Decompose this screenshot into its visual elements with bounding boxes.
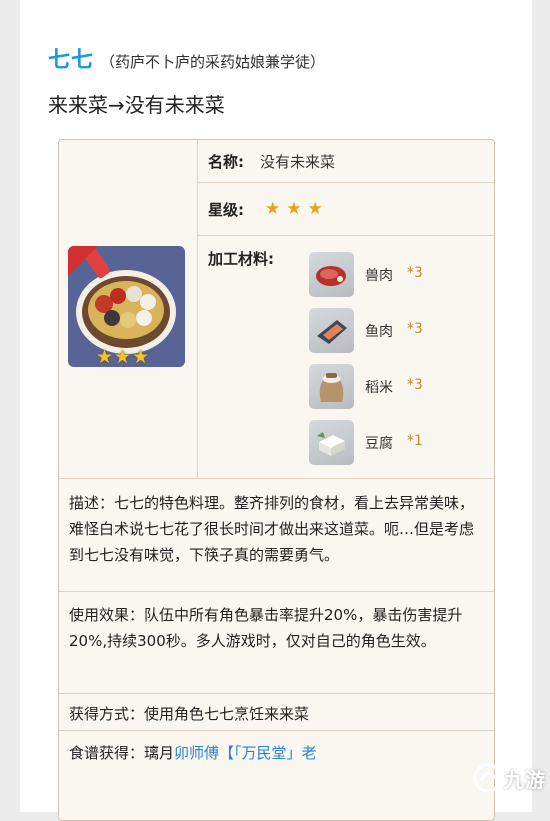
material-qty: *3 — [407, 377, 423, 393]
dish-transform-line: 来来菜→没有未来菜 — [48, 93, 225, 117]
material-name: 豆腐 — [365, 436, 393, 452]
dish-info-card: ★★★ 名称: 没有未来菜 星级: ★★★ 加工材料: 兽肉 *3 鱼肉 *3 … — [58, 139, 495, 821]
material-qty: *3 — [407, 321, 423, 337]
material-item: 鱼肉 *3 — [309, 308, 449, 354]
material-name: 鱼肉 — [365, 324, 393, 340]
obtain-section: 获得方式：使用角色七七烹饪来来菜 — [59, 693, 494, 730]
effect-text: 使用效果：队伍中所有角色暴击率提升20%，暴击伤害提升20%,持续300秒。多人… — [69, 606, 463, 650]
material-qty: *1 — [407, 433, 423, 449]
tofu-icon — [309, 420, 354, 465]
fish-icon — [309, 308, 354, 353]
name-label: 名称: — [208, 153, 244, 171]
material-name: 稻米 — [365, 380, 393, 396]
rarity-stars: ★★★ — [265, 199, 329, 219]
materials-label: 加工材料: — [208, 250, 274, 268]
materials-row: 加工材料: 兽肉 *3 鱼肉 *3 稻米 *3 豆腐 *1 — [197, 236, 494, 478]
nine-game-logo-icon — [473, 763, 503, 793]
site-watermark: 九游 — [472, 758, 550, 798]
article-page: 七七 （药庐不卜庐的采药姑娘兼学徒） 来来菜→没有未来菜 ★★★ 名称: 没有未… — [20, 0, 545, 821]
material-item: 豆腐 *1 — [309, 420, 449, 466]
material-qty: *3 — [407, 265, 423, 281]
obtain-text: 获得方式：使用角色七七烹饪来来菜 — [69, 705, 310, 723]
effect-section: 使用效果：队伍中所有角色暴击率提升20%，暴击伤害提升20%,持续300秒。多人… — [59, 591, 494, 693]
material-name: 兽肉 — [365, 268, 393, 284]
character-description: （药庐不卜庐的采药姑娘兼学徒） — [100, 53, 326, 71]
dish-name-value: 没有未来菜 — [260, 153, 336, 171]
dish-image-cell: ★★★ — [59, 140, 198, 478]
character-name: 七七 — [48, 48, 95, 73]
name-row: 名称: 没有未来菜 — [197, 140, 494, 183]
dish-image: ★★★ — [68, 246, 185, 367]
material-item: 兽肉 *3 — [309, 252, 449, 298]
recipe-label: 食谱获得：璃月 — [69, 744, 175, 762]
character-heading: 七七 （药庐不卜庐的采药姑娘兼学徒） — [48, 42, 326, 73]
description-text: 描述：七七的特色料理。整齐排列的食材，看上去异常美味，难怪白术说七七花了很长时间… — [69, 494, 475, 564]
description-section: 描述：七七的特色料理。整齐排列的食材，看上去异常美味，难怪白术说七七花了很长时间… — [59, 478, 494, 591]
rice-sack-icon — [309, 364, 354, 409]
recipe-npc-link[interactable]: 卯师傅【「万民堂」老 — [174, 744, 317, 762]
watermark-text: 九游 — [504, 768, 546, 792]
rarity-row: 星级: ★★★ — [197, 183, 494, 236]
dish-image-stars: ★★★ — [96, 346, 151, 367]
raw-meat-icon — [309, 252, 354, 297]
material-item: 稻米 *3 — [309, 364, 449, 410]
recipe-section: 食谱获得：璃月卯师傅【「万民堂」老 — [59, 730, 494, 820]
rarity-label: 星级: — [208, 201, 244, 219]
